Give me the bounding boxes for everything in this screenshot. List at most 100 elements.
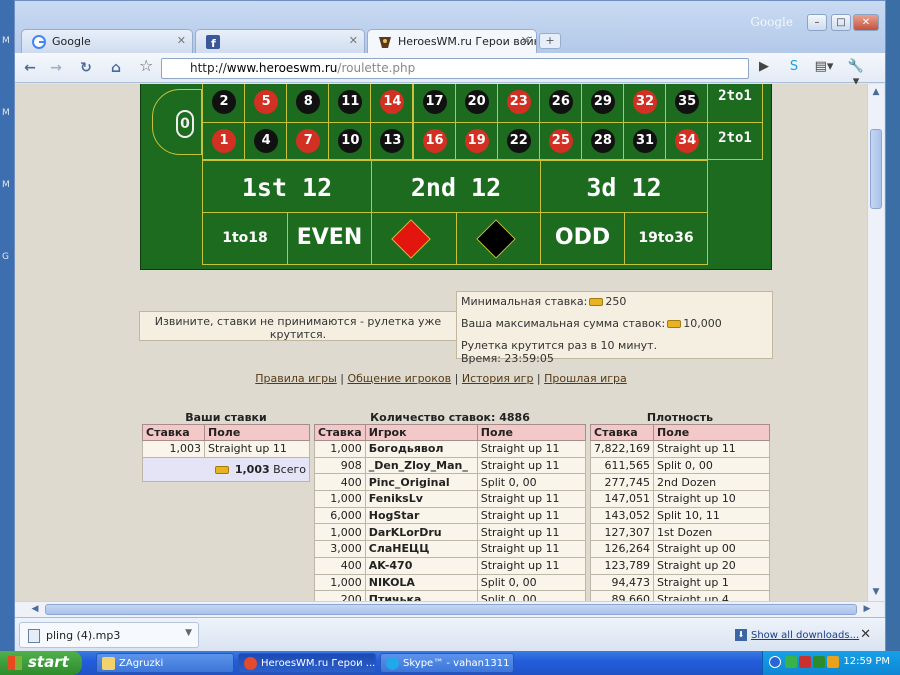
number-cell[interactable]: 23	[496, 84, 540, 123]
bet-amount: 1,000	[314, 440, 366, 458]
number-cell[interactable]: 7	[286, 122, 330, 160]
tray-language-icon[interactable]	[799, 656, 811, 668]
player-name[interactable]: _Den_Zloy_Man_	[364, 456, 478, 475]
scroll-up-icon[interactable]: ▲	[870, 86, 882, 98]
number-cell[interactable]: 25	[538, 122, 582, 160]
number-cell[interactable]: 26	[538, 84, 582, 123]
number-cell[interactable]: 17	[412, 84, 456, 123]
player-name[interactable]: NIKOLA	[364, 573, 478, 592]
number-cell[interactable]: 1	[202, 122, 246, 160]
number-chip: 25	[548, 129, 573, 153]
address-bar[interactable]: http://www.heroeswm.ru/roulette.php	[161, 58, 749, 79]
number-cell[interactable]: 10	[328, 122, 372, 160]
tab-heroeswm[interactable]: HeroesWM.ru Герои войн... ✕	[367, 29, 537, 53]
link-chat[interactable]: Общение игроков	[347, 372, 451, 385]
number-cell[interactable]: 4	[244, 122, 288, 160]
go-icon[interactable]: ▶	[753, 59, 775, 77]
bookmark-star-icon[interactable]: ☆	[139, 56, 153, 75]
new-tab-button[interactable]: +	[539, 33, 561, 49]
tray-network-icon[interactable]	[813, 656, 825, 668]
bet-field: Split 0, 00	[476, 590, 587, 601]
link-rules[interactable]: Правила игры	[255, 372, 337, 385]
number-cell[interactable]: 22	[496, 122, 540, 160]
number-cell[interactable]: 35	[665, 84, 709, 123]
scroll-down-icon[interactable]: ▼	[870, 586, 882, 598]
scroll-right-icon[interactable]: ▶	[861, 604, 873, 616]
col-header: Игрок	[364, 424, 478, 441]
number-cell[interactable]: 14	[370, 84, 414, 123]
close-tab-icon[interactable]: ✕	[177, 34, 186, 47]
close-tab-icon[interactable]: ✕	[349, 34, 358, 47]
vertical-scroll-thumb[interactable]	[870, 129, 882, 209]
start-button[interactable]: start	[0, 651, 82, 675]
horizontal-scroll-thumb[interactable]	[45, 604, 857, 615]
number-cell[interactable]: 28	[580, 122, 624, 160]
minimize-button[interactable]: –	[807, 14, 827, 31]
col-header: Поле	[476, 424, 587, 441]
player-name[interactable]: FeniksLv	[364, 490, 478, 508]
number-cell[interactable]: 19	[454, 122, 498, 160]
close-downloads-icon[interactable]: ✕	[860, 627, 871, 642]
bet-amount: 143,052	[590, 506, 654, 525]
maximize-button[interactable]: □	[831, 14, 851, 31]
number-cell[interactable]: 32	[623, 84, 667, 123]
windows-flag-icon	[8, 656, 22, 670]
number-cell[interactable]: 5	[244, 84, 288, 123]
download-item[interactable]: pling (4).mp3 ▼	[19, 622, 199, 648]
bet-field: Straight up 11	[204, 440, 310, 458]
tab-facebook[interactable]: f ✕	[195, 29, 365, 53]
scroll-left-icon[interactable]: ◀	[29, 604, 41, 616]
number-cell[interactable]: 31	[623, 122, 667, 160]
game-links: Правила игры | Общение игроков | История…	[255, 372, 627, 385]
table-row: 6,000 HogStar Straight up 11	[314, 506, 587, 525]
browser-window: Google – □ ✕ Google ✕ f ✕ HeroesWM.ru Ге…	[14, 0, 886, 652]
player-name[interactable]: Птичька	[364, 590, 478, 601]
chevron-down-icon[interactable]: ▼	[185, 628, 192, 638]
taskbar-item-folder[interactable]: ZAgruzki	[96, 653, 234, 673]
desktop-letter: M	[2, 108, 10, 118]
wrench-menu-icon[interactable]: 🔧▾	[845, 59, 867, 89]
tab-google[interactable]: Google ✕	[21, 29, 193, 53]
link-last-game[interactable]: Прошлая игра	[544, 372, 627, 385]
download-filename: pling (4).mp3	[46, 629, 121, 642]
player-name[interactable]: DarKLorDru	[364, 523, 478, 542]
home-icon[interactable]: ⌂	[105, 58, 127, 78]
number-cell[interactable]: 2	[202, 84, 246, 123]
forward-icon[interactable]: →	[45, 58, 67, 78]
link-history[interactable]: История игр	[462, 372, 534, 385]
all-bets-table: Ставка Игрок Поле 1,000 Богодьявол Straight …	[314, 424, 587, 601]
horizontal-scrollbar[interactable]: ◀ ▶	[15, 601, 884, 617]
page-menu-icon[interactable]: ▤▾	[813, 59, 835, 77]
tray-volume-icon[interactable]	[827, 656, 839, 668]
number-cell[interactable]: 29	[580, 84, 624, 123]
number-cell[interactable]: 13	[370, 122, 414, 160]
taskbar-item-skype[interactable]: Skype™ - vahan1311	[380, 653, 514, 673]
table-row: 7,822,169 Straight up 11	[590, 440, 771, 458]
col-header: Поле	[652, 424, 771, 441]
player-name[interactable]: AK-470	[364, 556, 478, 575]
taskbar-item-chrome[interactable]: HeroesWM.ru Герои ...	[238, 653, 376, 673]
number-cell[interactable]: 11	[328, 84, 372, 123]
skype-extension-icon[interactable]: S	[783, 59, 805, 77]
reload-icon[interactable]: ↻	[75, 58, 97, 78]
bet-amount: 1,000	[314, 523, 366, 542]
vertical-scrollbar[interactable]: ▲ ▼	[867, 84, 884, 601]
number-chip: 16	[422, 129, 447, 153]
zero-pocket[interactable]: 0	[152, 89, 202, 155]
player-name[interactable]: СлаНЕЦЦ	[364, 540, 478, 558]
url-scheme: http://	[190, 61, 227, 75]
tray-arrow-icon[interactable]	[769, 656, 781, 668]
close-tab-icon[interactable]: ✕	[521, 34, 530, 47]
player-name[interactable]: Богодьявол	[364, 440, 478, 458]
number-cell[interactable]: 16	[412, 122, 456, 160]
show-all-downloads-link[interactable]: Show all downloads...	[751, 630, 859, 641]
downloads-bar: pling (4).mp3 ▼ ⬇ Show all downloads... …	[15, 617, 885, 652]
player-name[interactable]: Pinc_Original	[364, 473, 478, 492]
player-name[interactable]: HogStar	[364, 506, 478, 525]
number-cell[interactable]: 20	[454, 84, 498, 123]
number-cell[interactable]: 8	[286, 84, 330, 123]
close-window-button[interactable]: ✕	[853, 14, 879, 31]
number-cell[interactable]: 34	[665, 122, 709, 160]
back-icon[interactable]: ←	[19, 58, 41, 78]
tray-app-icon[interactable]	[785, 656, 797, 668]
